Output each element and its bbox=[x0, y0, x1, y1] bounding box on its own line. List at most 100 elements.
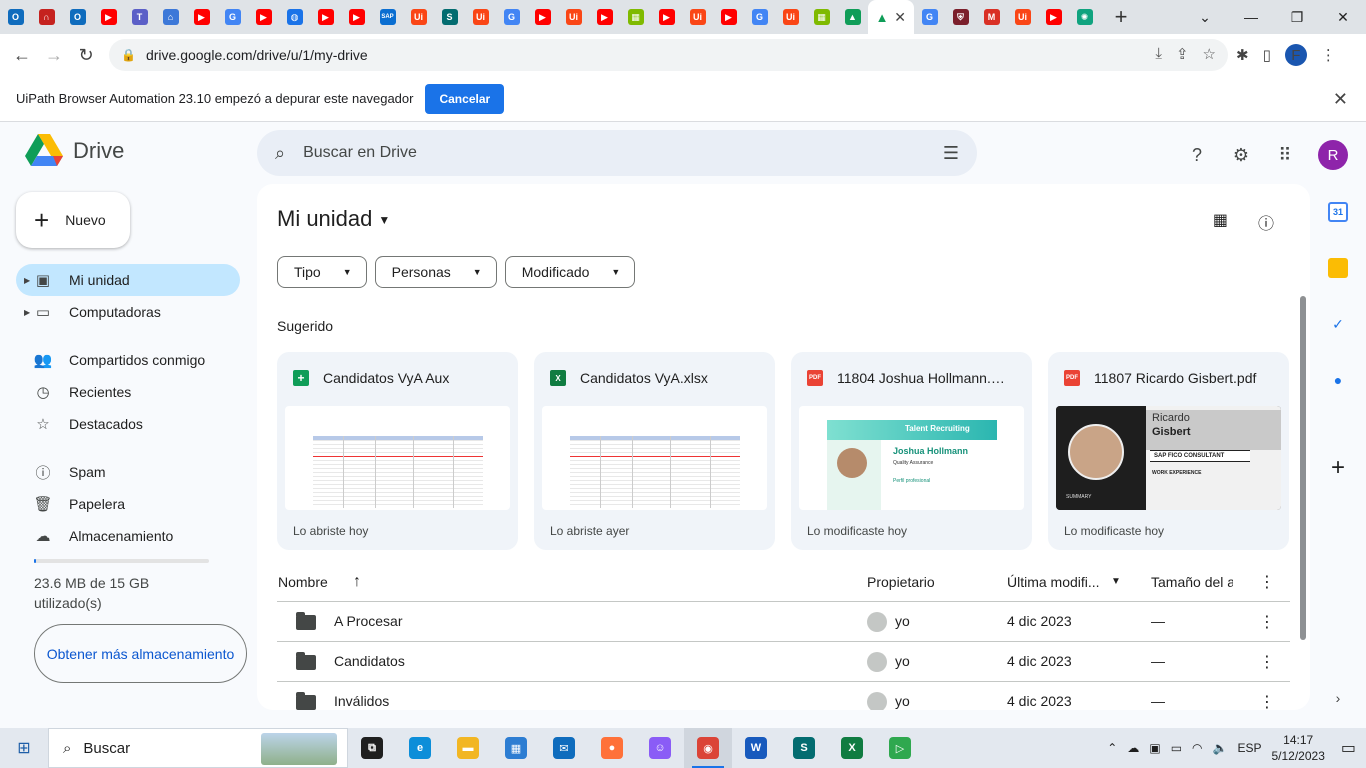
column-modified[interactable]: Última modifi... bbox=[1007, 574, 1100, 590]
drive-search-bar[interactable]: ⌕ Buscar en Drive ☰ bbox=[257, 130, 977, 176]
browser-tab[interactable]: ◍ bbox=[279, 0, 310, 34]
browser-tab[interactable]: ⌂ bbox=[155, 0, 186, 34]
taskbar-app-file-explorer[interactable]: ▬ bbox=[444, 728, 492, 768]
browser-tab[interactable]: ▶ bbox=[310, 0, 341, 34]
taskbar-app-store[interactable]: ▦ bbox=[492, 728, 540, 768]
browser-tab[interactable]: ▶ bbox=[248, 0, 279, 34]
browser-tab[interactable]: Ui bbox=[465, 0, 496, 34]
sidebar-item-mi-unidad[interactable]: ▶ ▣ Mi unidad bbox=[16, 264, 240, 296]
language-indicator[interactable]: ESP bbox=[1237, 741, 1261, 755]
browser-tab[interactable]: Ui bbox=[403, 0, 434, 34]
close-tab-icon[interactable]: ✕ bbox=[894, 9, 906, 26]
settings-gear-icon[interactable]: ⚙ bbox=[1230, 144, 1252, 166]
browser-tab[interactable]: G bbox=[744, 0, 775, 34]
suggested-file-card[interactable]: PDF 11807 Ricardo Gisbert.pdf SUMMARY Ri… bbox=[1048, 352, 1289, 550]
help-icon[interactable]: ? bbox=[1186, 144, 1208, 166]
taskbar-app-edge[interactable]: e bbox=[396, 728, 444, 768]
extensions-icon[interactable]: ✱ bbox=[1236, 46, 1249, 64]
browser-tab[interactable]: ▶ bbox=[713, 0, 744, 34]
sidebar-item-spam[interactable]: ⓘ Spam bbox=[16, 456, 240, 488]
browser-tab[interactable]: O bbox=[62, 0, 93, 34]
reload-button[interactable]: ↻ bbox=[70, 45, 102, 66]
new-button[interactable]: + Nuevo bbox=[16, 192, 130, 248]
taskbar-app-mail[interactable]: ✉ bbox=[540, 728, 588, 768]
scrollbar-thumb[interactable] bbox=[1300, 296, 1306, 640]
column-owner[interactable]: Propietario bbox=[867, 574, 935, 590]
browser-tab[interactable]: ▦ bbox=[620, 0, 651, 34]
browser-tab[interactable]: Ui bbox=[682, 0, 713, 34]
column-size[interactable]: Tamaño del a bbox=[1151, 574, 1233, 590]
browser-tab[interactable]: ⛨ bbox=[945, 0, 976, 34]
grid-view-icon[interactable]: ▦ bbox=[1213, 210, 1228, 234]
expand-caret-icon[interactable]: ▶ bbox=[24, 308, 30, 317]
browser-tab[interactable]: ∩ bbox=[31, 0, 62, 34]
page-title[interactable]: Mi unidad ▼ bbox=[277, 206, 390, 232]
filter-personas[interactable]: Personas ▼ bbox=[374, 256, 497, 288]
search-input[interactable]: Buscar en Drive bbox=[303, 144, 417, 162]
share-icon[interactable]: ⇪ bbox=[1176, 45, 1189, 63]
keep-icon[interactable] bbox=[1328, 258, 1348, 278]
back-button[interactable]: ← bbox=[6, 45, 38, 66]
browser-tab[interactable]: ▶ bbox=[341, 0, 372, 34]
taskbar-app-firefox[interactable]: ● bbox=[588, 728, 636, 768]
windows-start-icon[interactable]: ⊞ bbox=[0, 738, 48, 758]
table-row[interactable]: A Procesar yo 4 dic 2023 — ⋮ bbox=[277, 602, 1290, 642]
column-name[interactable]: Nombre bbox=[278, 574, 328, 590]
apps-grid-icon[interactable]: ⠿ bbox=[1274, 144, 1296, 166]
browser-tab[interactable]: M bbox=[976, 0, 1007, 34]
browser-tab[interactable]: ▶ bbox=[1038, 0, 1069, 34]
more-options-icon[interactable]: ⋮ bbox=[1259, 692, 1275, 710]
browser-tab[interactable]: O bbox=[0, 0, 31, 34]
sidebar-item-compartidos-conmigo[interactable]: 👥 Compartidos conmigo bbox=[16, 344, 240, 376]
clock[interactable]: 14:17 5/12/2023 bbox=[1271, 732, 1324, 764]
browser-tab[interactable]: ▶ bbox=[651, 0, 682, 34]
get-more-storage-button[interactable]: Obtener más almacenamiento bbox=[34, 624, 247, 683]
file-name[interactable]: A Procesar bbox=[334, 613, 402, 629]
sidebar-item-recientes[interactable]: ◷ Recientes bbox=[16, 376, 240, 408]
browser-tab[interactable]: G bbox=[217, 0, 248, 34]
sidebar-item-papelera[interactable]: 🗑 Papelera bbox=[16, 488, 240, 520]
contacts-icon[interactable]: ● bbox=[1328, 370, 1348, 390]
sidebar-item-almacenamiento[interactable]: ☁ Almacenamiento bbox=[16, 520, 240, 552]
notification-app-icon[interactable]: ▣ bbox=[1149, 741, 1160, 755]
taskbar-app-discord[interactable]: ☺ bbox=[636, 728, 684, 768]
drive-logo[interactable]: Drive bbox=[25, 134, 124, 168]
file-name[interactable]: Candidatos bbox=[334, 653, 405, 669]
tab-google-drive-active[interactable]: ▲ ✕ bbox=[868, 0, 914, 34]
browser-tab[interactable]: G bbox=[496, 0, 527, 34]
scrollbar[interactable] bbox=[1300, 296, 1308, 640]
sort-ascending-icon[interactable]: ↑ bbox=[353, 573, 361, 591]
more-options-icon[interactable]: ⋮ bbox=[1259, 612, 1275, 632]
cancel-debug-button[interactable]: Cancelar bbox=[425, 83, 505, 114]
table-row[interactable]: Candidatos yo 4 dic 2023 — ⋮ bbox=[277, 642, 1290, 682]
address-bar[interactable]: 🔒 drive.google.com/drive/u/1/my-drive ⤓ … bbox=[109, 39, 1228, 71]
browser-tab[interactable]: ▲ bbox=[837, 0, 868, 34]
browser-tab[interactable]: ▶ bbox=[527, 0, 558, 34]
browser-tab[interactable]: ✺ bbox=[1069, 0, 1100, 34]
calendar-icon[interactable]: 31 bbox=[1328, 202, 1348, 222]
expand-caret-icon[interactable]: ▶ bbox=[24, 276, 30, 285]
browser-tab[interactable]: Ui bbox=[1007, 0, 1038, 34]
table-row[interactable]: Inválidos yo 4 dic 2023 — ⋮ bbox=[277, 682, 1290, 710]
filter-tipo[interactable]: Tipo ▼ bbox=[277, 256, 367, 288]
suggested-file-card[interactable]: + Candidatos VyA Aux Lo abriste hoy bbox=[277, 352, 518, 550]
suggested-file-card[interactable]: X Candidatos VyA.xlsx Lo abriste ayer bbox=[534, 352, 775, 550]
add-addon-icon[interactable]: + bbox=[1328, 454, 1348, 481]
new-tab-button[interactable]: + bbox=[1106, 4, 1136, 30]
browser-tab[interactable]: ▶ bbox=[186, 0, 217, 34]
details-info-icon[interactable]: ⓘ bbox=[1258, 210, 1274, 234]
minimize-button[interactable]: — bbox=[1228, 9, 1274, 25]
wifi-icon[interactable]: ◠ bbox=[1192, 741, 1202, 755]
suggested-file-card[interactable]: PDF 11804 Joshua Hollmann.pdf Talent Rec… bbox=[791, 352, 1032, 550]
browser-tab[interactable]: Ui bbox=[775, 0, 806, 34]
browser-tab[interactable]: Ui bbox=[558, 0, 589, 34]
chevron-right-icon[interactable]: › bbox=[1328, 688, 1348, 708]
browser-tab[interactable]: T bbox=[124, 0, 155, 34]
filter-modificado[interactable]: Modificado ▼ bbox=[504, 256, 636, 288]
taskbar-app-sharepoint[interactable]: S bbox=[780, 728, 828, 768]
taskbar-app-task-view[interactable]: ⧉ bbox=[348, 728, 396, 768]
browser-tab[interactable]: ▦ bbox=[806, 0, 837, 34]
more-options-icon[interactable]: ⋮ bbox=[1259, 572, 1275, 592]
search-options-icon[interactable]: ☰ bbox=[943, 143, 959, 164]
taskbar-app-word[interactable]: W bbox=[732, 728, 780, 768]
